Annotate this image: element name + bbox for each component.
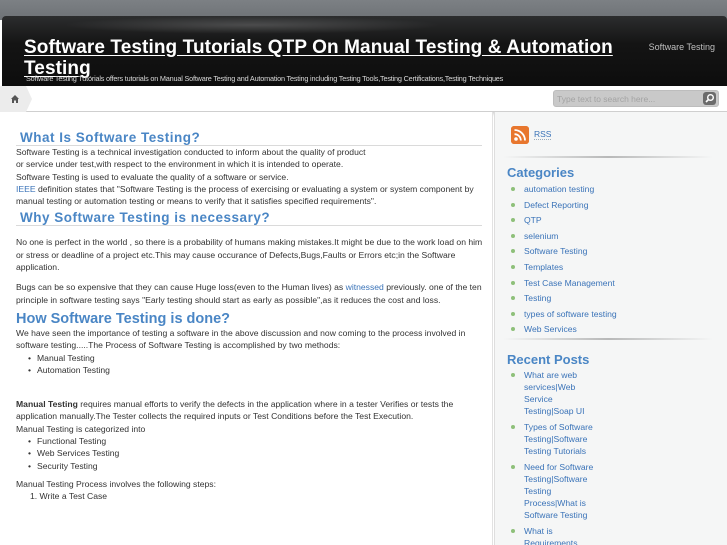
process-intro: Manual Testing Process involves the foll… xyxy=(16,478,216,489)
recent-post-link[interactable]: Types of Software Testing|Software Testi… xyxy=(509,421,604,457)
list-item: Automation Testing xyxy=(28,364,492,376)
categories-title: Categories xyxy=(507,165,575,180)
recent-posts-list: What are web services|Web Service Testin… xyxy=(509,369,604,545)
category-link[interactable]: Software Testing xyxy=(509,245,617,257)
manual-categories-list: Functional Testing Web Services Testing … xyxy=(0,435,492,472)
categories-list: automation testing Defect Reporting QTP … xyxy=(509,183,617,339)
recent-post-link[interactable]: What are web services|Web Service Testin… xyxy=(509,369,604,417)
witnessed-link[interactable]: witnessed xyxy=(346,282,384,292)
manual-testing-text: requires manual efforts to verify the de… xyxy=(16,399,454,422)
ieee-text: definition states that "Software Testing… xyxy=(16,183,474,207)
header-link-software-testing[interactable]: Software Testing xyxy=(649,42,715,52)
category-link[interactable]: selenium xyxy=(509,230,617,242)
site-description: Software Testing Tutorials offers tutori… xyxy=(26,74,504,83)
list-item: Web Services Testing xyxy=(28,447,492,459)
para2-before: Bugs can be so expensive that they can c… xyxy=(16,282,346,293)
nav-bar xyxy=(0,86,727,112)
category-link[interactable]: QTP xyxy=(509,214,617,226)
category-link[interactable]: Web Services xyxy=(509,323,617,335)
heading-how-software-testing-done: How Software Testing is done? xyxy=(16,310,231,327)
site-title-link[interactable]: Software Testing Tutorials QTP On Manual… xyxy=(24,37,624,79)
categorized-text: Manual Testing is categorized into xyxy=(16,423,146,434)
search-box xyxy=(553,90,719,107)
category-link[interactable]: types of software testing xyxy=(509,308,617,320)
section2-para2: Bugs can be so expensive that they can c… xyxy=(0,281,492,306)
list-item: 1. Write a Test Case xyxy=(30,491,108,502)
home-icon xyxy=(11,95,19,103)
section1-line: or service under test,with respect to th… xyxy=(16,159,344,170)
sidebar-divider xyxy=(503,338,713,340)
list-item: Security Testing xyxy=(28,460,492,472)
home-button[interactable] xyxy=(0,86,32,112)
recent-post-link[interactable]: Need for Software Testing|Software Testi… xyxy=(509,461,604,521)
search-button[interactable] xyxy=(703,92,716,105)
rss-link[interactable]: RSS xyxy=(534,129,552,140)
sidebar: RSS Categories automation testing Defect… xyxy=(494,112,727,545)
list-item: Manual Testing xyxy=(28,352,492,364)
ieee-definition: IEEE definition states that "Software Te… xyxy=(16,183,484,208)
section3-intro: We have seen the importance of testing a… xyxy=(16,327,466,351)
header-sheen xyxy=(62,16,442,34)
manual-testing-bold: Manual Testing xyxy=(16,399,78,410)
category-link[interactable]: automation testing xyxy=(509,183,617,195)
category-link[interactable]: Test Case Management xyxy=(509,277,617,289)
heading-what-is-software-testing: What Is Software Testing? xyxy=(16,130,482,146)
magnifier-icon xyxy=(705,94,714,103)
search-input[interactable] xyxy=(557,92,697,105)
section1-line: Software Testing is a technical investig… xyxy=(16,147,366,157)
section1-line: Software Testing is used to evaluate the… xyxy=(16,171,289,182)
main-content: What Is Software Testing? Software Testi… xyxy=(0,112,493,545)
section2-para1: No one is perfect in the world , so ther… xyxy=(16,237,483,273)
section1-text: Software Testing is a technical investig… xyxy=(0,146,492,207)
sidebar-divider xyxy=(503,156,713,158)
steps-list: 1. Write a Test Case xyxy=(0,490,492,502)
rss-icon xyxy=(511,126,529,144)
recent-posts-title: Recent Posts xyxy=(507,352,590,367)
ieee-link[interactable]: IEEE xyxy=(16,184,36,194)
manual-testing-para: Manual Testing requires manual efforts t… xyxy=(0,398,492,423)
heading-why-software-testing-necessary: Why Software Testing is necessary? xyxy=(16,210,482,227)
site-header: Software Testing Tutorials QTP On Manual… xyxy=(2,16,727,86)
category-link[interactable]: Testing xyxy=(509,292,617,304)
methods-list: Manual Testing Automation Testing xyxy=(0,352,492,377)
recent-post-link[interactable]: What is Requirements xyxy=(509,525,604,545)
list-item: Functional Testing xyxy=(28,435,492,447)
category-link[interactable]: Templates xyxy=(509,261,617,273)
category-link[interactable]: Defect Reporting xyxy=(509,199,617,211)
